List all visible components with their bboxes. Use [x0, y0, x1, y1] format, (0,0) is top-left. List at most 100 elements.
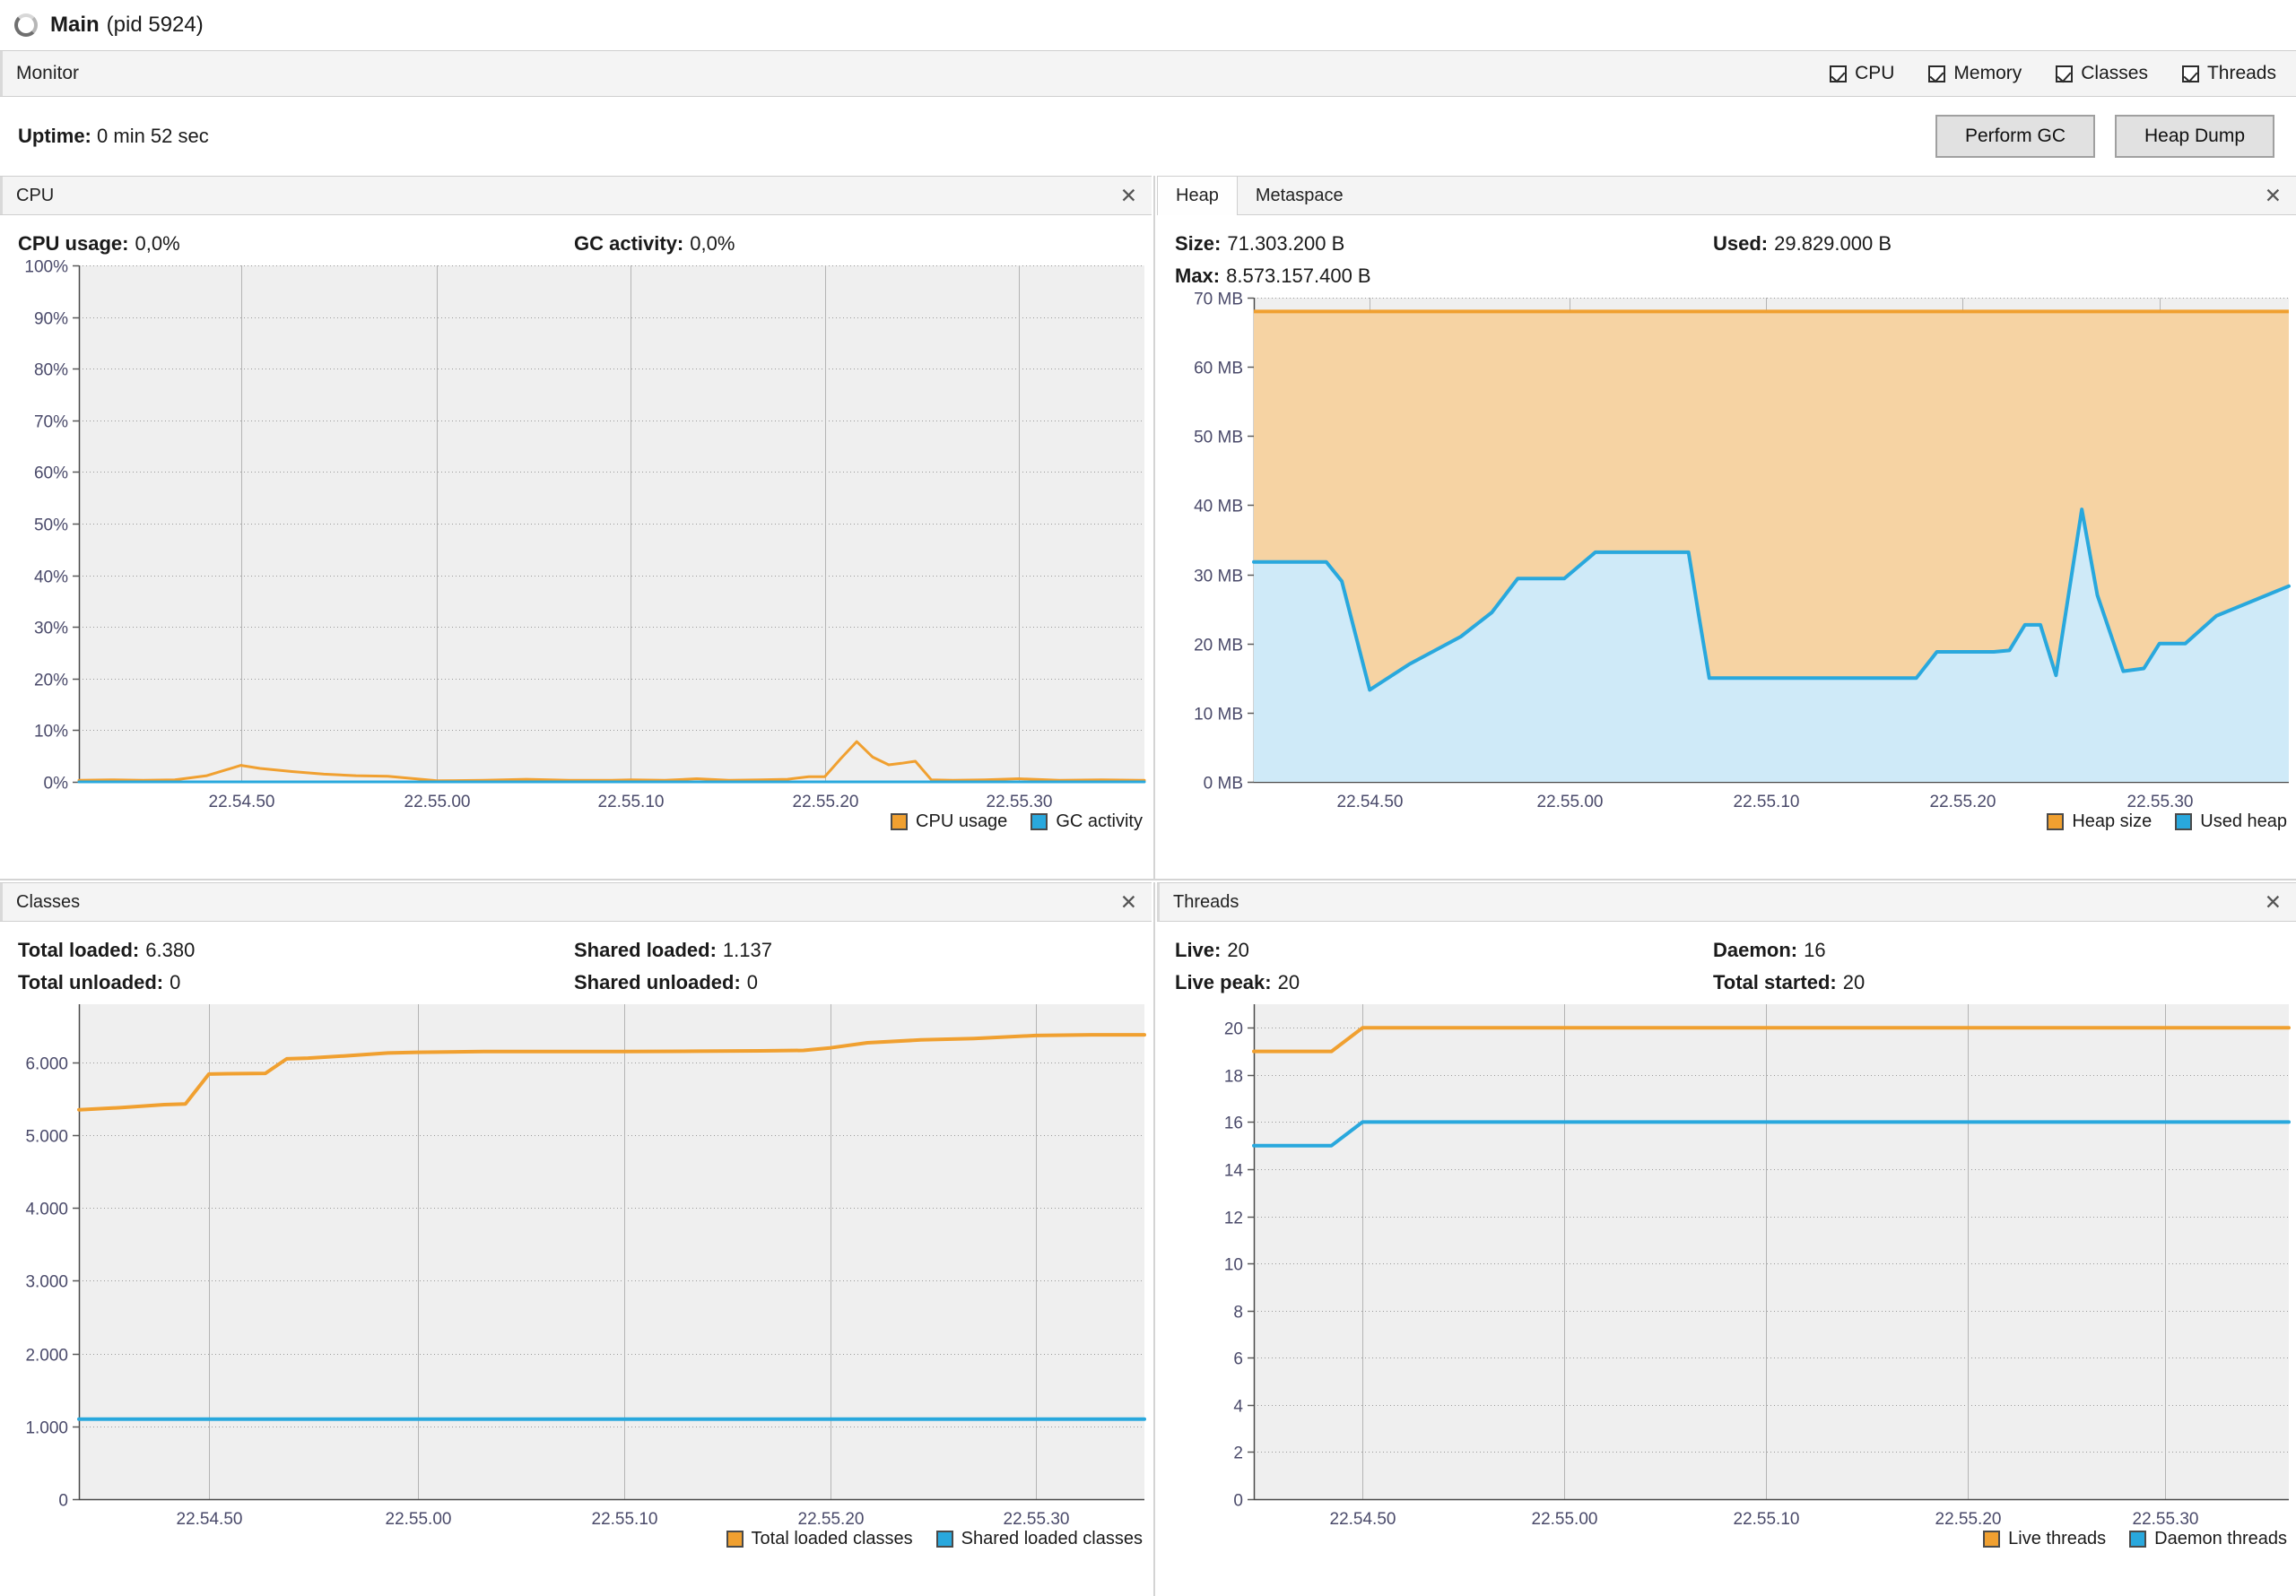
svg-text:22.54.50: 22.54.50 — [177, 1510, 243, 1529]
tab-metaspace[interactable]: Metaspace — [1238, 177, 1361, 214]
svg-text:50 MB: 50 MB — [1194, 429, 1243, 447]
svg-text:22.55.20: 22.55.20 — [798, 1510, 865, 1529]
classes-panel-title: Classes — [16, 891, 81, 912]
stat-shared-loaded-label: Shared loaded: — [574, 939, 717, 961]
stat-total-started: Total started: 20 — [1713, 967, 1865, 999]
svg-text:22.55.10: 22.55.10 — [598, 793, 665, 811]
svg-text:22.55.20: 22.55.20 — [793, 793, 859, 811]
svg-text:60 MB: 60 MB — [1194, 360, 1243, 378]
stat-heap-size-value: 71.303.200 B — [1227, 232, 1345, 255]
cpu-chart-legend: CPU usage GC activity — [891, 811, 1143, 832]
stat-total-unloaded-value: 0 — [170, 971, 181, 993]
horizontal-divider — [0, 879, 2296, 880]
legend-label-shared-loaded-classes: Shared loaded classes — [961, 1529, 1143, 1548]
svg-text:20: 20 — [1224, 1020, 1243, 1039]
legend-label-heap-size: Heap size — [2072, 811, 2152, 831]
close-icon[interactable]: ✕ — [1120, 185, 1137, 206]
svg-text:16: 16 — [1224, 1115, 1243, 1133]
svg-text:12: 12 — [1224, 1210, 1243, 1228]
legend-item-live-threads: Live threads — [1983, 1529, 2106, 1549]
close-icon[interactable]: ✕ — [2265, 185, 2282, 206]
classes-chart[interactable]: 0 1.000 2.000 3.000 4.000 5.000 6.000 22.54.50 2… — [0, 999, 1152, 1551]
svg-text:30%: 30% — [34, 620, 68, 638]
svg-text:10 MB: 10 MB — [1194, 706, 1243, 724]
stat-live-peak-value: 20 — [1277, 971, 1300, 993]
svg-text:22.55.10: 22.55.10 — [592, 1510, 658, 1529]
classes-panel-header: Classes ✕ — [0, 882, 1152, 922]
svg-text:22.55.10: 22.55.10 — [1734, 793, 1800, 811]
svg-text:60%: 60% — [34, 464, 68, 483]
svg-text:90%: 90% — [34, 310, 68, 329]
stat-live-label: Live: — [1175, 939, 1222, 961]
checkbox-classes[interactable]: Classes — [2056, 63, 2148, 84]
checkbox-memory-label: Memory — [1953, 63, 2022, 83]
cpu-chart[interactable]: 0% 10% 20% 30% 40% 50% 60% 70% 80% 90% 100% 22.54.5… — [0, 260, 1152, 834]
checkbox-cpu[interactable]: CPU — [1830, 63, 1894, 84]
stat-heap-size: Size: 71.303.200 B — [1157, 228, 1713, 260]
stat-daemon: Daemon: 16 — [1713, 934, 1826, 967]
svg-text:22.55.10: 22.55.10 — [1734, 1510, 1800, 1529]
close-icon[interactable]: ✕ — [2265, 891, 2282, 913]
svg-text:22.55.30: 22.55.30 — [2127, 793, 2194, 811]
stat-live: Live: 20 — [1157, 934, 1713, 967]
window-title-bar: Main (pid 5924) — [0, 0, 2296, 50]
svg-text:22.54.50: 22.54.50 — [209, 793, 275, 811]
display-checkboxes: CPU Memory Classes Threads — [1830, 63, 2296, 84]
stat-heap-max: Max: 8.573.157.400 B — [1157, 260, 1713, 292]
vertical-divider-top — [1153, 176, 1155, 879]
heap-panel-tabs: Heap Metaspace — [1157, 177, 1361, 215]
stat-shared-loaded-value: 1.137 — [722, 939, 772, 961]
process-pid: (pid 5924) — [106, 13, 204, 37]
legend-item-shared-loaded-classes: Shared loaded classes — [935, 1529, 1143, 1549]
classes-panel: Classes ✕ Total loaded: 6.380 Shared loa… — [0, 882, 1152, 1596]
cpu-panel: CPU ✕ CPU usage: 0,0% GC activity: 0,0% … — [0, 176, 1152, 879]
stat-daemon-value: 16 — [1804, 939, 1826, 961]
checkbox-memory[interactable]: Memory — [1928, 63, 2022, 84]
tab-heap[interactable]: Heap — [1157, 177, 1238, 215]
svg-text:10: 10 — [1224, 1256, 1243, 1275]
heap-dump-button[interactable]: Heap Dump — [2115, 115, 2274, 158]
stat-heap-size-label: Size: — [1175, 232, 1222, 255]
legend-label-cpu-usage: CPU usage — [916, 811, 1008, 831]
legend-swatch-gc-activity — [1031, 813, 1048, 830]
legend-item-heap-size: Heap size — [2047, 811, 2152, 832]
threads-chart[interactable]: 0 2 4 6 8 10 12 14 16 18 20 22.54.50 22.55.00 22.55.1… — [1157, 999, 2296, 1551]
svg-text:22.55.30: 22.55.30 — [1004, 1510, 1070, 1529]
checkmark-icon — [1928, 65, 1946, 82]
stat-gc-activity-label: GC activity: — [574, 232, 684, 255]
legend-label-used-heap: Used heap — [2200, 811, 2287, 831]
svg-text:0: 0 — [58, 1492, 68, 1511]
svg-text:6.000: 6.000 — [25, 1055, 68, 1074]
action-buttons: Perform GC Heap Dump — [1935, 115, 2296, 158]
checkbox-cpu-label: CPU — [1855, 63, 1895, 83]
stat-heap-used-label: Used: — [1713, 232, 1769, 255]
stat-cpu-usage-value: 0,0% — [135, 232, 180, 255]
perform-gc-button[interactable]: Perform GC — [1935, 115, 2095, 158]
stat-shared-unloaded: Shared unloaded: 0 — [574, 967, 758, 999]
stat-live-peak-label: Live peak: — [1175, 971, 1272, 993]
svg-text:80%: 80% — [34, 361, 68, 380]
stat-total-started-value: 20 — [1842, 971, 1866, 993]
heap-chart[interactable]: 0 MB 10 MB 20 MB 30 MB 40 MB 50 MB 60 MB 70 MB 2… — [1157, 292, 2296, 834]
close-icon[interactable]: ✕ — [1120, 891, 1137, 913]
heap-panel: Heap Metaspace ✕ Size: 71.303.200 B Used… — [1157, 176, 2296, 879]
svg-text:40%: 40% — [34, 568, 68, 587]
cpu-panel-title: CPU — [16, 185, 55, 205]
heap-panel-header: Heap Metaspace ✕ — [1157, 176, 2296, 215]
svg-text:18: 18 — [1224, 1068, 1243, 1087]
svg-text:1.000: 1.000 — [25, 1419, 68, 1438]
stat-shared-unloaded-label: Shared unloaded: — [574, 971, 741, 993]
svg-text:22.55.00: 22.55.00 — [386, 1510, 452, 1529]
svg-text:22.55.30: 22.55.30 — [2133, 1510, 2199, 1529]
svg-text:20 MB: 20 MB — [1194, 637, 1243, 655]
checkbox-threads[interactable]: Threads — [2181, 63, 2276, 84]
svg-text:100%: 100% — [24, 260, 68, 277]
legend-swatch-shared-loaded-classes — [935, 1531, 953, 1548]
process-icon — [14, 13, 38, 37]
vertical-divider-bottom — [1153, 882, 1155, 1596]
tab-monitor[interactable]: Monitor — [16, 63, 79, 84]
legend-item-daemon-threads: Daemon threads — [2129, 1529, 2287, 1549]
stat-shared-loaded: Shared loaded: 1.137 — [574, 934, 772, 967]
legend-swatch-used-heap — [2175, 813, 2193, 830]
stat-cpu-usage: CPU usage: 0,0% — [0, 228, 574, 260]
